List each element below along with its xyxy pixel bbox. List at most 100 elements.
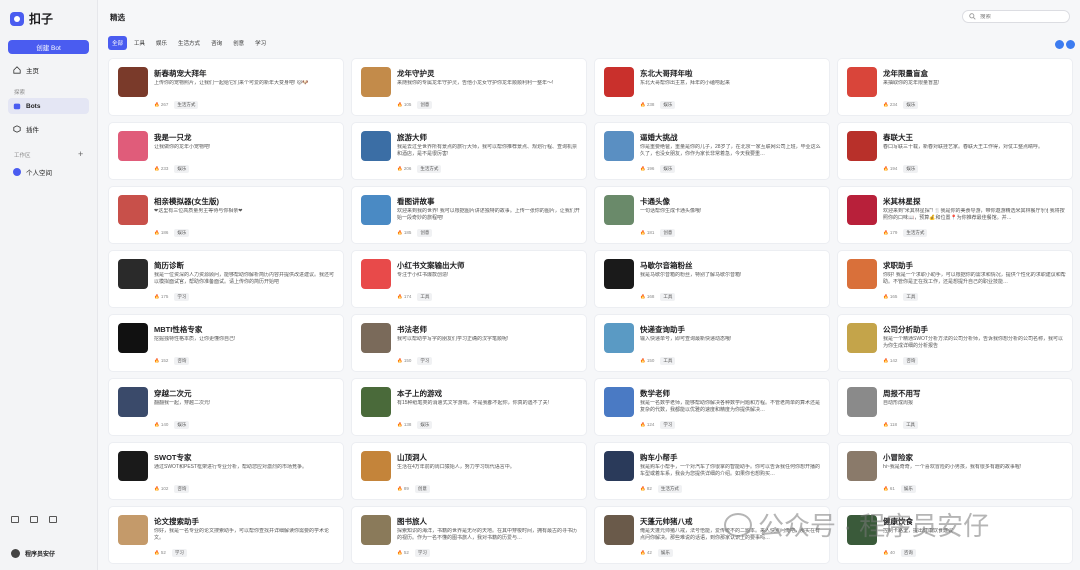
bot-thumbnail <box>604 515 634 545</box>
bot-card[interactable]: MBTI性格专家 挖掘独特性格本质，让你更懂你自己! 🔥 152 咨询 <box>108 314 344 372</box>
tab-6[interactable]: 学习 <box>251 36 270 50</box>
bot-description: 生活在4万年前的周口猿始人，努力学习现代语言中。 <box>397 464 515 470</box>
assistant-float-button[interactable] <box>1055 40 1077 52</box>
bot-card[interactable]: 米其林星探 欢迎来到"米其林星探"! 🍴我是你的美食导游，带你遨游精选米其林餐厅!… <box>837 186 1073 244</box>
bot-card[interactable]: 龙年限量盲盒 来抽取你的龙年限量盲盒! 🔥 234 娱乐 <box>837 58 1073 116</box>
sidebar-item-personal-space[interactable]: 个人空间 <box>8 164 89 180</box>
bot-card[interactable]: 本子上的游戏 有15种纸笔类的消遣式文字游戏，不是我都不起你，你真的遇不了关! 🔥 … <box>351 378 587 436</box>
usage-count-value: 89 <box>403 486 409 491</box>
usage-count-value: 267 <box>160 102 169 107</box>
bot-card[interactable]: 小红书文案输出大师 专注于小红书爆款创造! 🔥 174 工具 <box>351 250 587 308</box>
category-tag: 生活方式 <box>417 165 442 173</box>
bot-card[interactable]: 东北大哥拜年啦 东北大哥帮你出主意，拜年的小磕唠起来 🔥 238 娱乐 <box>594 58 830 116</box>
category-tag: 学习 <box>171 549 187 557</box>
explore-section-label: 探索 <box>14 90 26 96</box>
bot-description: 我是去过全世界所有景点的旅行大师，我可以帮你推荐景点、规划行程、查询机票和酒店，… <box>397 144 578 157</box>
bot-title: 龙年守护灵 <box>397 69 435 78</box>
bot-title: 数学老师 <box>640 389 670 398</box>
create-bot-button[interactable]: 创建 Bot <box>8 40 89 54</box>
bot-card[interactable]: 马歇尔音箱粉丝 我是马歇尔音箱的粉丝，特别了解马歇尔音箱! 🔥 168 工具 <box>594 250 830 308</box>
usage-count: 🔥 152 <box>154 358 168 364</box>
bot-card[interactable]: 新春萌宠大拜年 上传你的宠物照片，让我们一起给它们来个可爱的新年大变身吧! 🐱🐶 🔥… <box>108 58 344 116</box>
user-profile[interactable]: 程序员安仔 <box>11 549 55 558</box>
bot-card[interactable]: 周报不用写 自动形成周报 🔥 118 工具 <box>837 378 1073 436</box>
fire-icon: 🔥 <box>154 486 160 491</box>
bot-card[interactable]: 春联大王 春口写联三十载，新春对联挂艺家。春联大王工作得，对仗工整点睛呼。 🔥 19… <box>837 122 1073 180</box>
bot-title: 简历诊断 <box>154 261 184 270</box>
bot-card[interactable]: 书法老师 我可以帮助学写字的朋友们学习正确的汉字笔顺呢! 🔥 150 学习 <box>351 314 587 372</box>
usage-count-value: 124 <box>646 422 655 427</box>
bot-card[interactable]: 快递查询助手 输入快递单号，即可查询最新快递动态哦! 🔥 150 工具 <box>594 314 830 372</box>
category-tag: 工具 <box>903 421 919 429</box>
bot-card[interactable]: SWOT专家 通过SWOT和PEST框架进行专业分析，帮助您应对激烈的市场竞争。 🔥… <box>108 442 344 500</box>
usage-count-value: 61 <box>889 486 895 491</box>
usage-count-value: 102 <box>160 486 169 491</box>
usage-count-value: 140 <box>160 422 169 427</box>
usage-count-value: 234 <box>889 102 898 107</box>
fire-icon: 🔥 <box>154 102 160 107</box>
usage-count-value: 185 <box>403 230 412 235</box>
bot-card[interactable]: 数学老师 我是一名数学老师，能够帮助你解决各种数学问题和方程。不管老简单的算术还是… <box>594 378 830 436</box>
tab-2[interactable]: 娱乐 <box>152 36 171 50</box>
bot-card[interactable]: 穿越二次元 翻翻我一起，穿越二次元! 🔥 140 娱乐 <box>108 378 344 436</box>
bot-card[interactable]: 天蓬元帅猪八戒 俺是天蓬元帅猪八戒，法号悟能，爱传统不的二题本。来人快点问俺吧，那… <box>594 506 830 564</box>
sidebar-item-bots[interactable]: Bots <box>8 98 89 114</box>
bot-description: ❤这里有三位高质量男主等待与你相亲❤ <box>154 208 243 214</box>
category-tag: 生活方式 <box>903 229 928 237</box>
bot-card[interactable]: 逼婚大挑战 你是重要绝爸，重量是你的儿子，28岁了，在北京一家互联网公司上班，毕业… <box>594 122 830 180</box>
sidebar-item-label: Bots <box>26 102 41 110</box>
tab-3[interactable]: 生活方式 <box>174 36 204 50</box>
bot-description: 通过SWOT和PEST框架进行专业分析，帮助您应对激烈的市场竞争。 <box>154 464 308 470</box>
search-box[interactable] <box>962 10 1070 23</box>
app-logo[interactable]: 扣子 <box>10 10 53 27</box>
fire-icon: 🔥 <box>397 550 403 555</box>
fire-icon: 🔥 <box>883 550 889 555</box>
bot-card[interactable]: 龙年守护灵 来随我你的专属龙年守护灵，告他小龙女守护你龙年顺顺利利一整年～! 🔥 1… <box>351 58 587 116</box>
bot-card[interactable]: 看图讲故事 欢迎来到我的世界! 我可以根据图片讲述独特的故事。上传一张你的图片，让… <box>351 186 587 244</box>
search-input[interactable] <box>980 13 1060 20</box>
bot-thumbnail <box>847 515 877 545</box>
bot-thumbnail <box>361 195 391 225</box>
fire-icon: 🔥 <box>397 358 403 363</box>
add-workspace-button[interactable]: + <box>78 149 83 159</box>
usage-count: 🔥 234 <box>883 102 897 108</box>
bot-card[interactable]: 山顶洞人 生活在4万年前的周口猿始人，努力学习现代语言中。 🔥 89 创意 <box>351 442 587 500</box>
document-icon[interactable] <box>11 516 19 523</box>
bot-card[interactable]: 健康饮食 控制卡路里，提出健康饮食建议 🔥 40 咨询 <box>837 506 1073 564</box>
usage-count: 🔥 175 <box>154 294 168 300</box>
tab-4[interactable]: 咨询 <box>207 36 226 50</box>
sidebar-item-home[interactable]: 主页 <box>8 62 89 78</box>
chat-icon[interactable] <box>49 516 57 523</box>
category-tag: 学习 <box>417 357 433 365</box>
bot-card[interactable]: 图书旅人 探索知识的海洋，书籍的世界是无尽的天地。在其中穿梭时间，拥有最古的寻书历… <box>351 506 587 564</box>
bot-card[interactable]: 我是一只龙 让我做你的龙年小宠物吧! 🔥 233 娱乐 <box>108 122 344 180</box>
bot-card[interactable]: 简历诊断 我是一位资深的人力资源顾问，能够帮助你解析简历内容并提供改进建议。我还可… <box>108 250 344 308</box>
usage-count: 🔥 82 <box>640 486 652 492</box>
bot-card[interactable]: 卡通头像 一句话帮你生成卡通头像哦! 🔥 181 创意 <box>594 186 830 244</box>
usage-count: 🔥 267 <box>154 102 168 108</box>
bot-card[interactable]: 旅游大师 我是去过全世界所有景点的旅行大师，我可以帮你推荐景点、规划行程、查询机票… <box>351 122 587 180</box>
fire-icon: 🔥 <box>397 294 403 299</box>
bot-card[interactable]: 求职助手 你好! 我是一个求职小助手，可以根据你的需求和情况，提供个性化的求职建议… <box>837 250 1073 308</box>
tab-0[interactable]: 全部 <box>108 36 128 50</box>
usage-count-value: 52 <box>160 550 166 555</box>
bot-card[interactable]: 论文搜索助手 你好，我是一名专业的论文搜索助手，可以帮你查找并详细解读你需要的学术… <box>108 506 344 564</box>
bot-meta: 🔥 238 娱乐 <box>640 101 676 109</box>
tab-1[interactable]: 工具 <box>130 36 149 50</box>
usage-count-value: 181 <box>646 230 655 235</box>
bot-card[interactable]: 小冒险家 hi~我是奇奇，一个喜欢冒险的小男孩，我有很多有趣的故事喔! 🔥 61 娱乐 <box>837 442 1073 500</box>
category-tag: 娱乐 <box>903 101 919 109</box>
bot-thumbnail <box>604 451 634 481</box>
bot-title: 天蓬元帅猪八戒 <box>640 517 693 526</box>
bot-card[interactable]: 购车小帮手 我是购车小帮手，一个对汽车了你很掌的智能助手。你可以告诉我任何你想开播… <box>594 442 830 500</box>
sidebar-item-plugins[interactable]: 插件 <box>8 121 89 137</box>
usage-count-value: 175 <box>160 294 169 299</box>
usage-count-value: 138 <box>403 422 412 427</box>
bot-description: 我是马歇尔音箱的粉丝，特别了解马歇尔音箱! <box>640 272 742 278</box>
bot-card[interactable]: 公司分析助手 我是一个精通SWOT分析方法的公司分析师，告诉我你想分析的公司名称，… <box>837 314 1073 372</box>
bot-card[interactable]: 相亲模拟器(女生版) ❤这里有三位高质量男主等待与你相亲❤ 🔥 186 娱乐 <box>108 186 344 244</box>
fire-icon: 🔥 <box>640 486 646 491</box>
mail-icon[interactable] <box>30 516 38 523</box>
category-tag: 创意 <box>660 229 676 237</box>
tab-5[interactable]: 创意 <box>229 36 248 50</box>
